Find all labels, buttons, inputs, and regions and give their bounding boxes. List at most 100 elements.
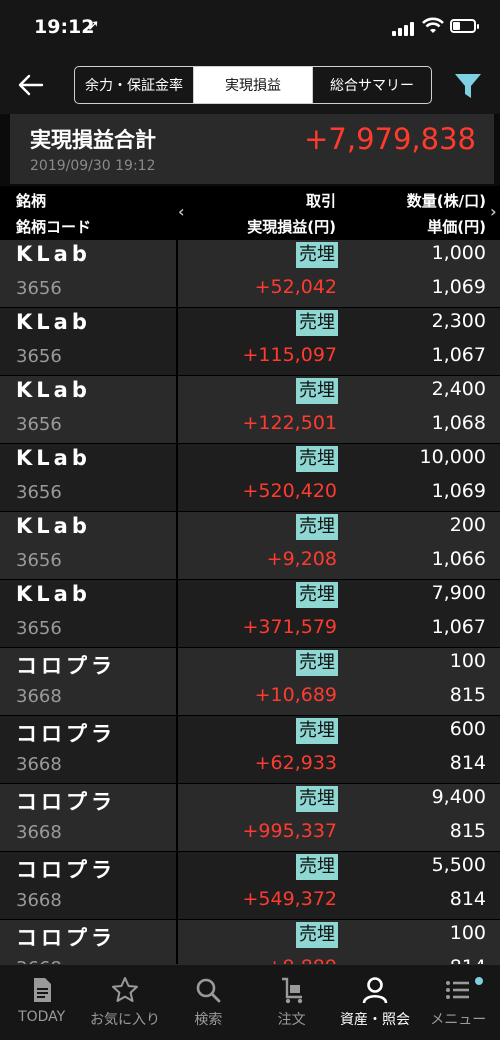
back-button[interactable] [14,68,48,102]
unit-price-value: 1,067 [431,344,486,366]
trade-row[interactable]: コロプラ3668売埋+9,889100814 [0,920,500,964]
summary-timestamp: 2019/09/30 19:12 [30,158,156,174]
document-icon [33,978,51,1002]
stock-name: KLab [16,582,91,606]
unit-price-value: 815 [449,684,486,706]
stock-name: コロプラ [16,926,116,950]
realized-pl-value: +9,889 [267,956,337,964]
tab-label: 検索 [194,1012,223,1028]
column-divider [176,240,178,964]
trade-row[interactable]: KLab 3656 売埋 +371,579 7,900 1,067 [0,580,500,648]
realized-pl-summary: 実現損益合計 2019/09/30 19:12 +7,979,838 [10,114,494,184]
unit-price-value: 1,069 [431,276,486,298]
unit-price-value: 1,067 [431,616,486,638]
location-arrow-icon: ➚ [87,16,100,34]
stock-name: KLab [16,242,91,266]
tab-label: TODAY [18,1009,66,1025]
unit-price-value: 1,068 [431,412,486,434]
trade-list[interactable]: KLab 3656 売埋 +52,042 1,000 1,069 KLab 3656 売埋 +11… [0,240,500,964]
tab-search[interactable]: 検索 [167,965,250,1040]
stock-code: 3668 [16,754,62,775]
realized-pl-value: +371,579 [242,616,338,638]
realized-pl-value: +122,501 [242,412,338,434]
trade-row[interactable]: コロプラ 3668 売埋 +10,689 100 815 [0,648,500,716]
trade-row[interactable]: コロプラ 3668 売埋 +62,933 600 814 [0,716,500,784]
realized-pl-value: +115,097 [242,344,338,366]
trade-type-badge: 売埋 [296,650,338,676]
trade-row[interactable]: コロプラ 3668 売埋 +549,372 5,500 814 [0,852,500,920]
quantity-value: 7,900 [431,582,486,604]
tab-order[interactable]: 注文 [250,965,333,1040]
tab-today[interactable]: TODAY [0,965,83,1040]
stock-name: KLab [16,310,91,334]
unit-price-value: 814 [449,752,486,774]
trade-row[interactable]: KLab 3656 売埋 +115,097 2,300 1,067 [0,308,500,376]
battery-icon [450,19,479,33]
column-unit-price: 単価(円) [427,218,486,236]
realized-pl-value: +52,042 [254,276,337,298]
unit-price-value: 1,069 [431,480,486,502]
quantity-value: 100 [449,650,486,672]
unit-price-value: 814 [449,888,486,910]
stock-code: 3656 [16,482,62,503]
realized-pl-value: +995,337 [242,820,338,842]
stock-code: 3656 [16,618,62,639]
trade-row[interactable]: コロプラ 3668 売埋 +995,337 9,400 815 [0,784,500,852]
tab-favorites[interactable]: お気に入り [83,965,166,1040]
column-name: 銘柄 [16,192,47,210]
column-quantity: 数量(株/口) [406,192,486,210]
quantity-value: 200 [449,514,486,536]
menu-icon [446,981,470,999]
tab-label: お気に入り [89,1012,160,1028]
trade-row[interactable]: KLab 3656 売埋 +122,501 2,400 1,068 [0,376,500,444]
back-arrow-icon [18,74,44,96]
trade-row[interactable]: KLab 3656 売埋 +52,042 1,000 1,069 [0,240,500,308]
tab-realized-pl[interactable]: 実現損益 [194,67,313,103]
column-realized-pl: 実現損益(円) [247,218,336,236]
stock-name: KLab [16,378,91,402]
stock-code: 3656 [16,550,62,571]
star-icon [111,977,138,1002]
unit-price-value: 815 [449,820,486,842]
column-code: 銘柄コード [16,218,92,236]
stock-code: 3668 [16,890,62,911]
quantity-value: 600 [449,718,486,740]
trade-type-badge: 売埋 [296,378,338,404]
tab-label: 資産・照会 [339,1012,410,1028]
stock-code: 3668 [16,822,62,843]
realized-pl-value: +520,420 [242,480,338,502]
tab-margin-rate[interactable]: 余力・保証金率 [75,67,194,103]
quantity-value: 2,300 [431,310,486,332]
quantity-value: 9,400 [431,786,486,808]
search-icon [197,978,221,1003]
scroll-right-arrow-icon[interactable]: › [490,202,497,221]
cart-icon [281,977,302,1004]
trade-row[interactable]: KLab 3656 売埋 +9,208 200 1,066 [0,512,500,580]
trade-type-badge: 売埋 [296,718,338,744]
tab-menu[interactable]: メニュー [417,965,500,1040]
signal-icon [392,20,420,36]
quantity-value: 1,000 [431,242,486,264]
trade-type-badge: 売埋 [296,786,338,812]
notification-badge [474,977,483,985]
trade-type-badge: 売埋 [296,242,338,268]
nav-bar: 余力・保証金率 実現損益 総合サマリー [0,58,500,114]
quantity-value: 100 [449,922,486,944]
stock-code: 3668 [16,686,62,707]
tab-label: メニュー [430,1012,487,1028]
trade-type-badge: 売埋 [296,922,338,948]
trade-type-badge: 売埋 [296,310,338,336]
filter-icon[interactable] [452,70,484,102]
unit-price-value: 814 [450,956,486,964]
unit-price-value: 1,066 [431,548,486,570]
tab-summary[interactable]: 総合サマリー [313,67,431,103]
tab-assets[interactable]: 資産・照会 [333,965,416,1040]
summary-title: 実現損益合計 [30,128,156,152]
scroll-left-arrow-icon[interactable]: ‹ [178,202,185,221]
bottom-tab-bar: TODAY お気に入り 検索 注文 資産・照会 メニュー [0,964,500,1040]
tab-label: 注文 [277,1012,306,1028]
trade-type-badge: 売埋 [296,446,338,472]
status-time: 19:12 [34,16,95,38]
trade-row[interactable]: KLab 3656 売埋 +520,420 10,000 1,069 [0,444,500,512]
stock-name: コロプラ [16,722,116,746]
